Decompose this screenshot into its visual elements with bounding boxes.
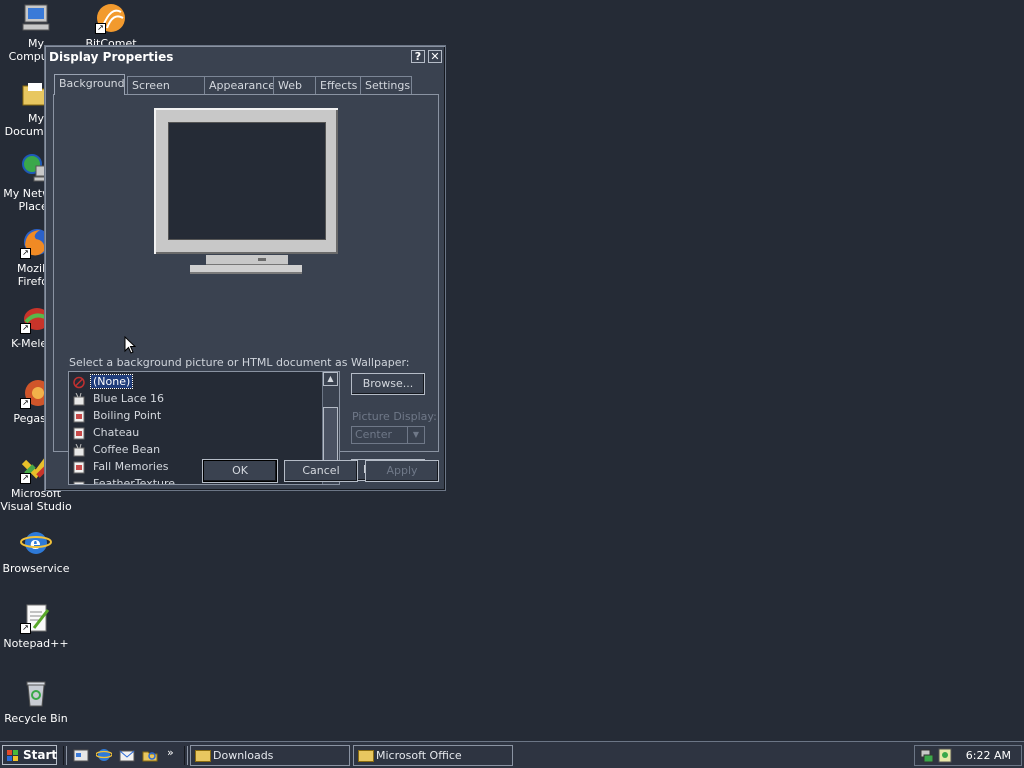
picture-display-dropdown: Center ▼ <box>351 426 425 444</box>
desktop-icon-recycle-bin[interactable]: Recycle Bin <box>0 677 72 725</box>
desktop-icon-notepad-plus-plus[interactable]: ↗ Notepad++ <box>0 602 72 650</box>
list-item-label: FeatherTexture <box>93 477 176 485</box>
shortcut-arrow-icon: ↗ <box>20 248 31 259</box>
clock[interactable]: 6:22 AM <box>966 746 1011 765</box>
shortcut-arrow-icon: ↗ <box>20 473 31 484</box>
desktop-icon-label: Browservice <box>2 562 70 575</box>
monitor-screen-preview <box>168 122 326 240</box>
picture-file-icon <box>73 427 85 440</box>
desktop-icon-browservice[interactable]: e Browservice <box>0 527 72 575</box>
shortcut-arrow-icon: ↗ <box>20 398 31 409</box>
ok-button[interactable]: OK <box>203 460 277 482</box>
show-desktop-icon[interactable] <box>73 747 89 763</box>
close-button[interactable]: ✕ <box>428 50 442 63</box>
monitor-base <box>190 265 302 274</box>
tab-background[interactable]: Background <box>54 74 125 95</box>
taskbar: Start » Downloads Microsoft Office 6:22 … <box>0 741 1024 768</box>
start-button[interactable]: Start <box>2 745 57 765</box>
background-tab-panel: Select a background picture or HTML docu… <box>53 94 439 485</box>
monitor-preview <box>154 108 338 274</box>
folder-icon <box>195 750 211 762</box>
list-item-label: Boiling Point <box>93 409 162 422</box>
start-label: Start <box>23 748 58 762</box>
explorer-icon[interactable] <box>142 747 158 763</box>
tab-screen-saver[interactable]: Screen Saver <box>127 76 205 110</box>
monitor-led <box>258 258 266 261</box>
quick-launch-chevron[interactable]: » <box>167 746 174 759</box>
task-separator <box>184 746 188 765</box>
tab-appearance[interactable]: Appearance <box>204 76 275 94</box>
picture-file-icon <box>73 461 85 474</box>
cancel-button[interactable]: Cancel <box>284 460 358 482</box>
list-item-label: (None) <box>89 374 134 389</box>
picture-display-label: Picture Display: <box>352 410 437 423</box>
display-properties-dialog: Display Properties ? ✕ Background Screen… <box>44 45 446 491</box>
bitcomet-icon: ↗ <box>95 2 127 34</box>
internet-explorer-icon[interactable] <box>95 747 113 763</box>
picture-file-icon <box>73 410 85 423</box>
list-item-label: Fall Memories <box>93 460 169 473</box>
folder-icon <box>358 750 374 762</box>
paint-bitmap-icon <box>73 443 85 457</box>
computer-icon <box>20 2 52 34</box>
browse-button[interactable]: Browse... <box>351 373 425 395</box>
none-icon <box>73 376 85 389</box>
task-label: Downloads <box>213 749 274 762</box>
system-tray: 6:22 AM <box>914 745 1022 766</box>
list-item-label: Coffee Bean <box>93 443 161 456</box>
dialog-title: Display Properties <box>49 50 174 64</box>
desktop-icon-label: Recycle Bin <box>4 712 68 725</box>
list-item[interactable]: (None) <box>73 373 134 390</box>
quick-launch-separator <box>63 746 67 765</box>
mouse-cursor-icon <box>124 335 137 357</box>
list-item-label: Chateau <box>93 426 140 439</box>
shortcut-arrow-icon: ↗ <box>95 23 106 34</box>
wallpaper-caption: Select a background picture or HTML docu… <box>69 356 410 369</box>
desktop-icon-label: Notepad++ <box>3 637 69 650</box>
list-item[interactable]: Blue Lace 16 <box>73 390 166 407</box>
apply-button[interactable]: Apply <box>365 460 439 482</box>
internet-explorer-icon: e <box>20 527 52 559</box>
task-button-downloads[interactable]: Downloads <box>190 745 350 766</box>
list-item-label: Blue Lace 16 <box>93 392 165 405</box>
recycle-bin-icon <box>20 677 52 709</box>
security-tray-icon[interactable] <box>938 748 952 766</box>
list-item[interactable]: Coffee Bean <box>73 441 162 458</box>
chevron-down-icon: ▼ <box>407 427 424 443</box>
tab-settings[interactable]: Settings <box>360 76 412 94</box>
task-button-microsoft-office[interactable]: Microsoft Office <box>353 745 513 766</box>
network-tray-icon[interactable] <box>919 748 935 766</box>
notepad-icon: ↗ <box>20 602 52 634</box>
paint-bitmap-icon <box>73 478 85 484</box>
list-item[interactable]: Boiling Point <box>73 407 163 424</box>
help-button[interactable]: ? <box>411 50 425 63</box>
list-item[interactable]: Fall Memories <box>73 458 170 475</box>
tab-web[interactable]: Web <box>273 76 316 94</box>
list-item[interactable]: FeatherTexture <box>73 475 177 485</box>
picture-display-value: Center <box>355 428 393 441</box>
desktop-icon-bitcomet[interactable]: ↗ BitComet <box>75 2 147 50</box>
tab-effects[interactable]: Effects <box>315 76 361 94</box>
shortcut-arrow-icon: ↗ <box>20 623 31 634</box>
windows-logo-icon <box>7 749 19 761</box>
list-item[interactable]: Chateau <box>73 424 141 441</box>
shortcut-arrow-icon: ↗ <box>20 323 31 334</box>
outlook-icon[interactable] <box>119 747 135 763</box>
paint-bitmap-icon <box>73 392 85 406</box>
scroll-up-button[interactable]: ▲ <box>323 372 338 386</box>
dialog-titlebar[interactable]: Display Properties ? ✕ <box>47 48 443 66</box>
scroll-thumb[interactable] <box>323 407 338 467</box>
task-label: Microsoft Office <box>376 749 462 762</box>
